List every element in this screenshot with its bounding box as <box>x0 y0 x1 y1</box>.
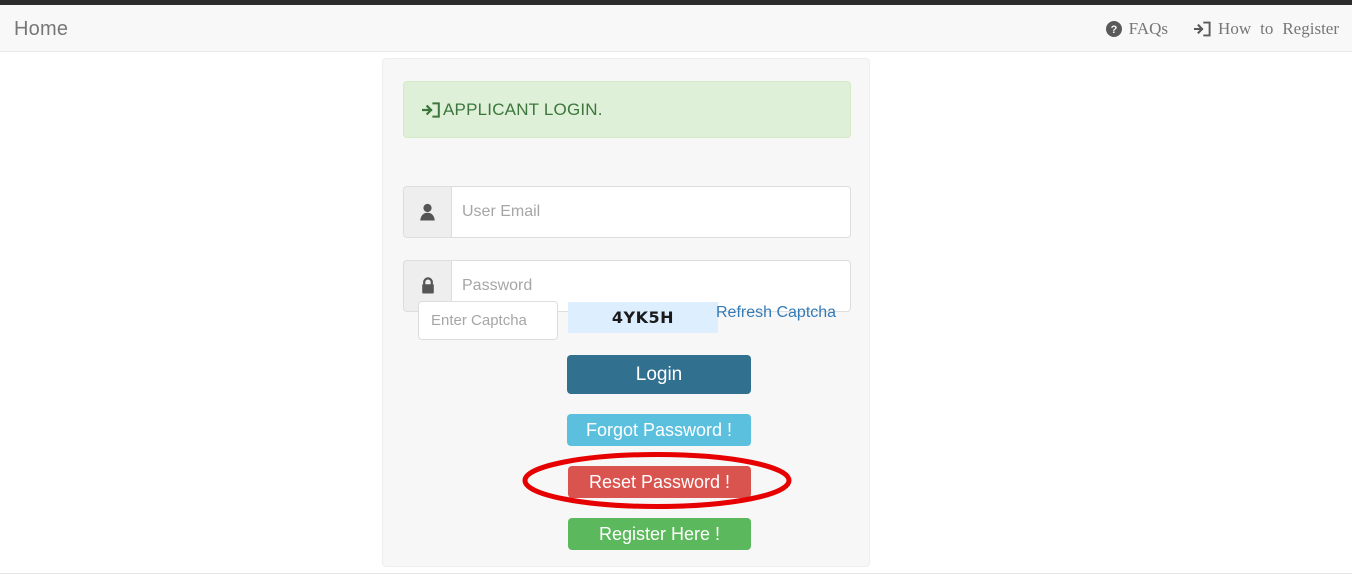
navbar-brand-home[interactable]: Home <box>14 17 68 41</box>
page-root: Home ? FAQs How to Register APPLICANT LO… <box>0 0 1352 580</box>
svg-text:?: ? <box>1110 24 1117 36</box>
applicant-login-banner-text: APPLICANT LOGIN. <box>443 99 603 119</box>
register-here-button[interactable]: Register Here ! <box>568 518 751 550</box>
question-circle-icon: ? <box>1105 21 1122 37</box>
user-icon <box>403 186 451 238</box>
applicant-login-card: APPLICANT LOGIN. User Email Enter Captch… <box>382 58 870 567</box>
captcha-row: 4YK5H Refresh Captcha <box>418 301 858 345</box>
nav-link-how-to-register-label: How to Register <box>1218 18 1339 40</box>
nav-link-faqs[interactable]: ? FAQs <box>1093 18 1181 40</box>
login-button[interactable]: Login <box>567 355 751 394</box>
navbar: Home ? FAQs How to Register <box>0 5 1352 52</box>
nav-word: Register <box>1282 19 1339 38</box>
forgot-password-button[interactable]: Forgot Password ! <box>567 414 751 446</box>
nav-link-how-to-register[interactable]: How to Register <box>1181 18 1352 40</box>
nav-link-faqs-label: FAQs <box>1129 18 1168 40</box>
applicant-login-banner: APPLICANT LOGIN. <box>403 81 851 138</box>
email-field[interactable] <box>451 186 851 238</box>
sign-in-icon <box>422 101 440 118</box>
refresh-captcha-link[interactable]: Refresh Captcha <box>716 302 836 324</box>
captcha-image: 4YK5H <box>568 302 718 333</box>
navbar-right-links: ? FAQs How to Register <box>1093 18 1352 40</box>
sign-in-icon <box>1194 21 1211 37</box>
nav-word: to <box>1260 19 1274 38</box>
captcha-input[interactable] <box>418 301 558 340</box>
nav-word: FAQs <box>1128 19 1169 38</box>
email-input-group <box>403 186 851 238</box>
reset-password-button[interactable]: Reset Password ! <box>568 466 751 498</box>
footer-area <box>0 574 1352 580</box>
nav-word: How <box>1218 19 1252 38</box>
